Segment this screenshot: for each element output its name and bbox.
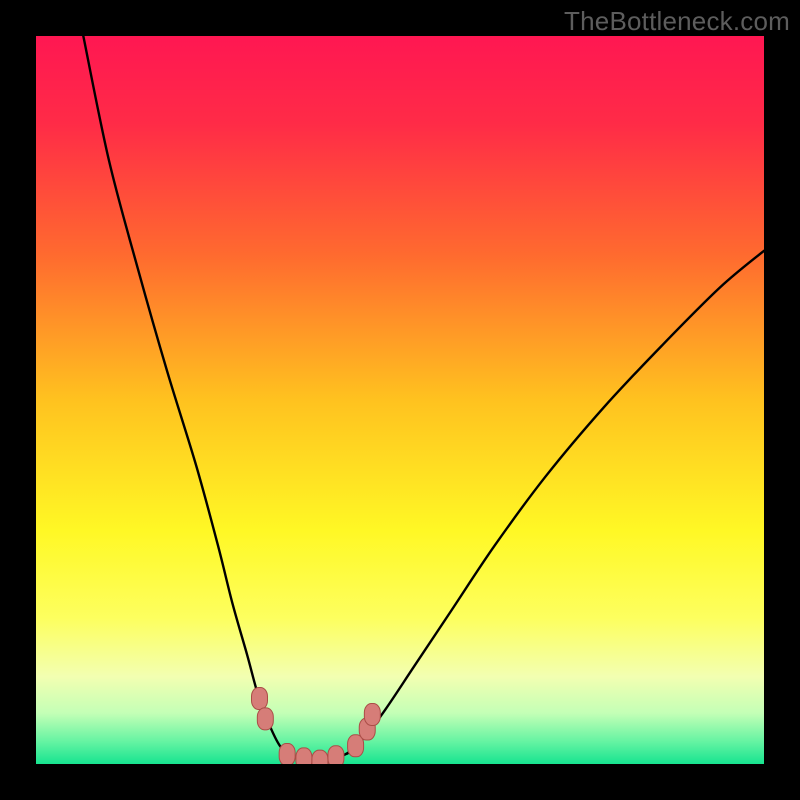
curve-marker [296,748,312,764]
chart-frame: TheBottleneck.com [0,0,800,800]
plot-area [36,36,764,764]
gradient-background [36,36,764,764]
chart-svg [36,36,764,764]
curve-marker [252,687,268,709]
watermark-text: TheBottleneck.com [564,6,790,37]
curve-marker [348,735,364,757]
curve-marker [328,746,344,764]
curve-marker [364,704,380,726]
curve-marker [312,750,328,764]
curve-marker [257,708,273,730]
curve-marker [279,744,295,764]
